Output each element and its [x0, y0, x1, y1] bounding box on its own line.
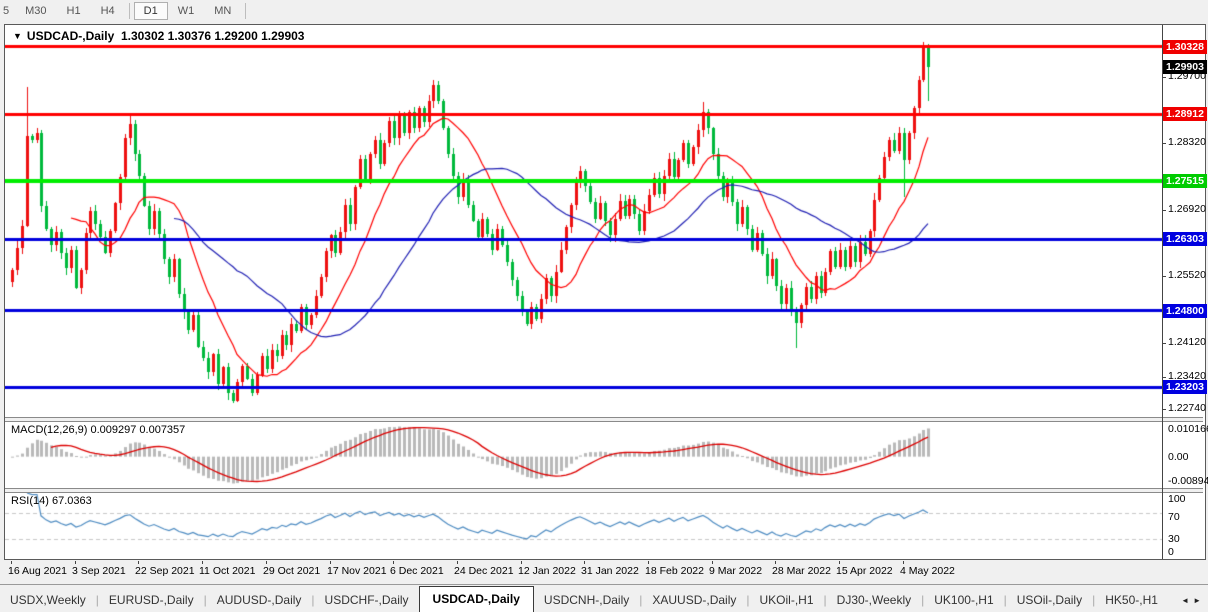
tab-usoil-daily[interactable]: USOil-,Daily: [1007, 588, 1092, 612]
date-label: 6 Dec 2021: [390, 565, 444, 577]
date-label: 17 Nov 2021: [327, 565, 387, 577]
price-badge-1.23203: 1.23203: [1163, 380, 1207, 394]
macd-axis-label: 0.00: [1168, 451, 1188, 463]
tab-usdcnh-daily[interactable]: USDCNH-,Daily: [534, 588, 639, 612]
rsi-label: RSI(14) 67.0363: [11, 495, 92, 507]
rsi-axis-label: 100: [1168, 493, 1186, 505]
timeframe-button-m30[interactable]: M30: [15, 2, 56, 20]
timeframe-button-w1[interactable]: W1: [168, 2, 205, 20]
price-tick-label: 1.28320: [1168, 136, 1206, 148]
price-tick-mark: [1162, 77, 1166, 78]
chart-window: ▼ USDCAD-,Daily 1.30302 1.30376 1.29200 1…: [4, 24, 1206, 560]
tab-scroll-arrows: ◄►: [1177, 596, 1208, 612]
tab-hk50-h1[interactable]: HK50-,H1: [1095, 588, 1168, 612]
date-label: 29 Oct 2021: [263, 565, 320, 577]
price-tick-mark: [1162, 143, 1166, 144]
date-tick-mark: [393, 561, 394, 564]
date-label: 11 Oct 2021: [199, 565, 255, 577]
date-tick-mark: [138, 561, 139, 564]
tab-usdx-weekly[interactable]: USDX,Weekly: [0, 588, 96, 612]
macd-axis-label: 0.010166: [1168, 423, 1208, 435]
date-label: 31 Jan 2022: [581, 565, 639, 577]
date-tick-mark: [202, 561, 203, 564]
price-tick-label: 1.26920: [1168, 203, 1206, 215]
date-label: 9 Mar 2022: [709, 565, 762, 577]
price-tick-label: 1.24120: [1168, 336, 1206, 348]
tab-ukoil-h1[interactable]: UKOil-,H1: [750, 588, 824, 612]
date-tick-mark: [839, 561, 840, 564]
tab-uk100-h1[interactable]: UK100-,H1: [924, 588, 1003, 612]
tab-xauusd-daily[interactable]: XAUUSD-,Daily: [642, 588, 746, 612]
tab-dj30-weekly[interactable]: DJ30-,Weekly: [827, 588, 921, 612]
date-tick-mark: [648, 561, 649, 564]
date-tick-mark: [521, 561, 522, 564]
price-tick-label: 1.25520: [1168, 269, 1206, 281]
price-badge-1.26303: 1.26303: [1163, 232, 1207, 246]
rsi-axis-label: 70: [1168, 511, 1180, 523]
rsi-axis-label: 30: [1168, 533, 1180, 545]
tab-usdcad-daily[interactable]: USDCAD-,Daily: [419, 586, 534, 612]
date-label: 3 Sep 2021: [72, 565, 126, 577]
chart-ohlc-values: 1.30302 1.30376 1.29200 1.29903: [121, 29, 305, 43]
tab-scroll-right-icon[interactable]: ►: [1193, 596, 1201, 605]
timeframe-toolbar: 5M30H1H4 D1W1MN: [0, 0, 1208, 22]
price-tick-mark: [1162, 377, 1166, 378]
date-tick-mark: [75, 561, 76, 564]
price-badge-1.24800: 1.24800: [1163, 304, 1207, 318]
toolbar-divider: [129, 3, 130, 19]
date-tick-mark: [775, 561, 776, 564]
timeframe-button-5[interactable]: 5: [1, 2, 15, 20]
price-badge-1.28912: 1.28912: [1163, 107, 1207, 121]
tab-audusd-daily[interactable]: AUDUSD-,Daily: [207, 588, 312, 612]
price-badge-1.29903: 1.29903: [1163, 60, 1207, 74]
chart-symbol-label: USDCAD-,Daily: [27, 29, 114, 43]
price-tick-mark: [1162, 210, 1166, 211]
timeframe-button-h1[interactable]: H1: [57, 2, 91, 20]
timeframe-button-h4[interactable]: H4: [91, 2, 125, 20]
date-label: 18 Feb 2022: [645, 565, 704, 577]
date-tick-mark: [584, 561, 585, 564]
tab-scroll-left-icon[interactable]: ◄: [1181, 596, 1189, 605]
date-tick-mark: [266, 561, 267, 564]
mt4-window: 5M30H1H4 D1W1MN ▼ USDCAD-,Daily 1.30302 1.…: [0, 0, 1208, 612]
date-label: 12 Jan 2022: [518, 565, 576, 577]
rsi-axis-label: 0: [1168, 546, 1174, 558]
chart-title: ▼ USDCAD-,Daily 1.30302 1.30376 1.29200 1…: [13, 29, 304, 43]
timeframe-button-mn[interactable]: MN: [204, 2, 241, 20]
date-tick-mark: [903, 561, 904, 564]
chart-tabs-bar: USDX,Weekly|EURUSD-,Daily|AUDUSD-,Daily|…: [0, 584, 1208, 612]
chart-dropdown-icon[interactable]: ▼: [13, 31, 22, 41]
macd-axis-label: -0.00894: [1168, 475, 1208, 487]
price-tick-label: 1.22740: [1168, 402, 1206, 414]
date-tick-mark: [457, 561, 458, 564]
macd-label: MACD(12,26,9) 0.009297 0.007357: [11, 424, 185, 436]
date-label: 28 Mar 2022: [772, 565, 831, 577]
date-tick-mark: [11, 561, 12, 564]
price-tick-mark: [1162, 409, 1166, 410]
timeframe-button-d1[interactable]: D1: [134, 2, 168, 20]
date-label: 24 Dec 2021: [454, 565, 514, 577]
date-axis[interactable]: 16 Aug 2021 3 Sep 2021 22 Sep 2021 11 Oct 2…: [4, 561, 1204, 581]
tab-usdchf-daily[interactable]: USDCHF-,Daily: [315, 588, 419, 612]
toolbar-divider: [245, 3, 246, 19]
date-label: 16 Aug 2021: [8, 565, 67, 577]
price-tick-mark: [1162, 343, 1166, 344]
main-chart-canvas[interactable]: [5, 25, 1162, 417]
date-label: 22 Sep 2021: [135, 565, 195, 577]
price-badge-1.30328: 1.30328: [1163, 40, 1207, 54]
date-tick-mark: [712, 561, 713, 564]
date-tick-mark: [330, 561, 331, 564]
price-axis-border: [1162, 25, 1163, 559]
price-badge-1.27515: 1.27515: [1163, 174, 1207, 188]
rsi-canvas[interactable]: [5, 493, 1162, 558]
date-label: 15 Apr 2022: [836, 565, 893, 577]
price-tick-mark: [1162, 276, 1166, 277]
date-label: 4 May 2022: [900, 565, 955, 577]
tab-eurusd-daily[interactable]: EURUSD-,Daily: [99, 588, 204, 612]
